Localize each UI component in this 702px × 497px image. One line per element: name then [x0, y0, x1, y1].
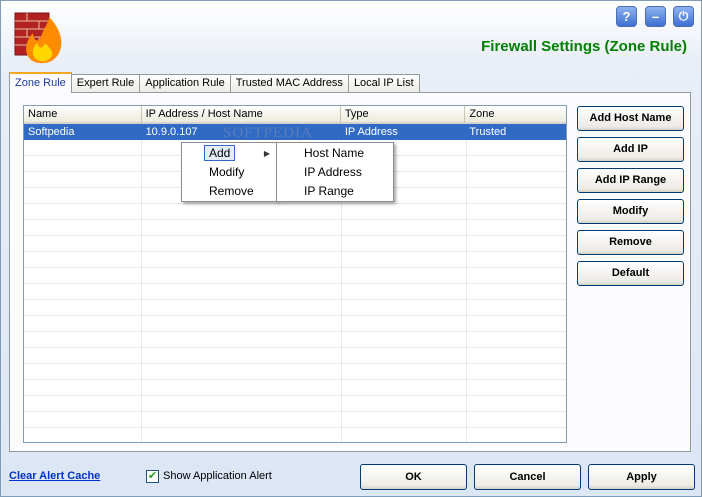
- menu-item-remove-label: Remove: [209, 184, 254, 198]
- menu-item-remove[interactable]: Remove: [182, 182, 276, 201]
- tab-zone-rule[interactable]: Zone Rule: [9, 72, 72, 93]
- minimize-icon[interactable]: –: [645, 6, 666, 27]
- grid-row: [24, 252, 566, 268]
- show-application-alert-checkbox[interactable]: ✔: [146, 470, 159, 483]
- cell-zone: Trusted: [469, 126, 507, 138]
- tab-local-ip-list[interactable]: Local IP List: [347, 74, 420, 93]
- submenu-arrow-icon: ▶: [263, 149, 270, 158]
- table-row[interactable]: Softpedia 10.9.0.107 IP Address Trusted: [24, 124, 566, 140]
- add-submenu: Host Name IP Address IP Range: [276, 142, 394, 202]
- firewall-logo-icon: [14, 12, 62, 64]
- grid-row: [24, 348, 566, 364]
- menu-item-modify-label: Modify: [209, 165, 245, 179]
- column-header-zone[interactable]: Zone: [465, 106, 566, 124]
- grid-row: [24, 364, 566, 380]
- tab-bar: Zone Rule Expert Rule Application Rule T…: [9, 72, 420, 93]
- grid-row: [24, 284, 566, 300]
- power-icon[interactable]: ⏻: [673, 6, 694, 27]
- add-ip-range-button[interactable]: Add IP Range: [577, 168, 684, 193]
- menu-item-add[interactable]: Add ▶: [182, 144, 276, 163]
- column-header-type[interactable]: Type: [340, 106, 466, 124]
- grid-row: [24, 268, 566, 284]
- cell-type: IP Address: [344, 126, 398, 138]
- tab-application-rule[interactable]: Application Rule: [139, 74, 231, 93]
- submenu-item-ip-range[interactable]: IP Range: [277, 182, 393, 201]
- submenu-item-host-name-label: Host Name: [304, 146, 365, 160]
- grid-row: [24, 412, 566, 428]
- add-ip-button[interactable]: Add IP: [577, 137, 684, 162]
- submenu-item-ip-range-label: IP Range: [304, 184, 354, 198]
- column-header-name[interactable]: Name: [24, 106, 142, 124]
- tab-trusted-mac-address[interactable]: Trusted MAC Address: [229, 74, 349, 93]
- grid-row: [24, 428, 566, 442]
- clear-alert-cache-link[interactable]: Clear Alert Cache: [9, 470, 100, 482]
- grid-row: [24, 380, 566, 396]
- modify-button[interactable]: Modify: [577, 199, 684, 224]
- column-header-ip-address[interactable]: IP Address / Host Name: [141, 106, 341, 124]
- submenu-item-ip-address[interactable]: IP Address: [277, 163, 393, 182]
- cell-name: Softpedia: [28, 126, 75, 138]
- cell-ip: 10.9.0.107: [145, 126, 198, 138]
- add-host-name-button[interactable]: Add Host Name: [577, 106, 684, 131]
- grid-row: [24, 204, 566, 220]
- grid-row: [24, 236, 566, 252]
- help-icon[interactable]: ?: [616, 6, 637, 27]
- show-application-alert-label: Show Application Alert: [163, 470, 272, 482]
- context-menu: Add ▶ Modify Remove: [181, 142, 277, 202]
- grid-row: [24, 220, 566, 236]
- grid-row: [24, 300, 566, 316]
- grid-line: [141, 124, 142, 442]
- window-title: Firewall Settings (Zone Rule): [481, 38, 687, 55]
- submenu-item-ip-address-label: IP Address: [304, 165, 362, 179]
- grid-line: [466, 124, 467, 442]
- submenu-item-host-name[interactable]: Host Name: [277, 144, 393, 163]
- grid-row: [24, 396, 566, 412]
- menu-item-modify[interactable]: Modify: [182, 163, 276, 182]
- remove-button[interactable]: Remove: [577, 230, 684, 255]
- grid-row: [24, 316, 566, 332]
- apply-button[interactable]: Apply: [588, 464, 695, 490]
- default-button[interactable]: Default: [577, 261, 684, 286]
- tab-expert-rule[interactable]: Expert Rule: [70, 74, 141, 93]
- table-header: Name IP Address / Host Name Type Zone: [24, 106, 566, 124]
- cancel-button[interactable]: Cancel: [474, 464, 581, 490]
- menu-item-add-label: Add: [204, 145, 236, 161]
- firewall-settings-window: Firewall Settings (Zone Rule) ? – ⏻ Zone…: [0, 0, 702, 497]
- grid-row: [24, 332, 566, 348]
- ok-button[interactable]: OK: [360, 464, 467, 490]
